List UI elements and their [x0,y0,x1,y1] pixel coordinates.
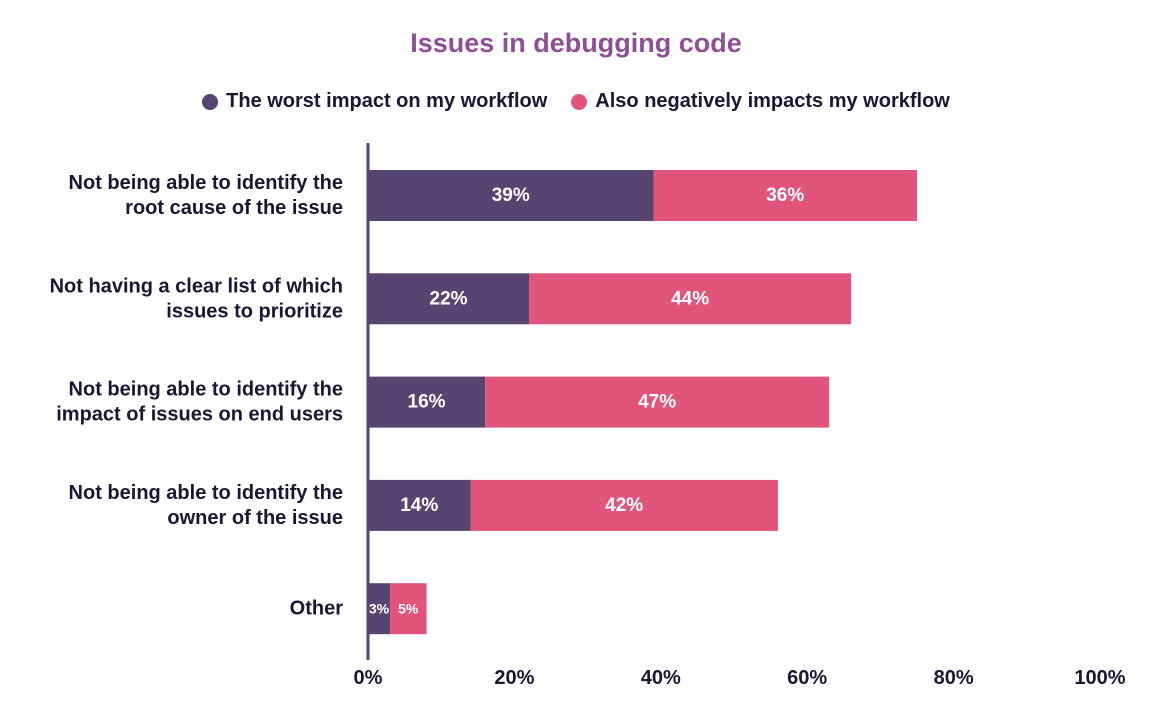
data-label: 42% [605,495,643,516]
category-label: impact of issues on end users [56,404,343,426]
data-label: 14% [400,495,438,516]
data-label: 44% [671,288,709,309]
x-tick-label: 100% [1074,667,1125,689]
category-label: Not being able to identify the [69,379,343,401]
data-label: 39% [492,185,530,206]
category-label: Not having a clear list of which [50,275,343,297]
category-label: issues to prioritize [166,300,343,322]
data-label: 36% [766,185,804,206]
data-label: 22% [430,288,468,309]
category-label: root cause of the issue [125,197,343,219]
category-label: Not being able to identify the [69,482,343,504]
x-tick-label: 60% [787,667,827,689]
x-tick-label: 20% [494,667,534,689]
x-tick-label: 40% [641,667,681,689]
x-tick-label: 80% [934,667,974,689]
category-label: owner of the issue [167,507,343,529]
chart-plot: 39% 36% Not being able to identify the root… [50,143,1126,689]
category-label: Other [290,598,344,620]
x-tick-label: 0% [354,667,383,689]
data-label: 3% [369,601,390,617]
category-label: Not being able to identify the [69,172,343,194]
data-label: 5% [398,601,419,617]
data-label: 16% [408,392,446,413]
data-label: 47% [638,392,676,413]
